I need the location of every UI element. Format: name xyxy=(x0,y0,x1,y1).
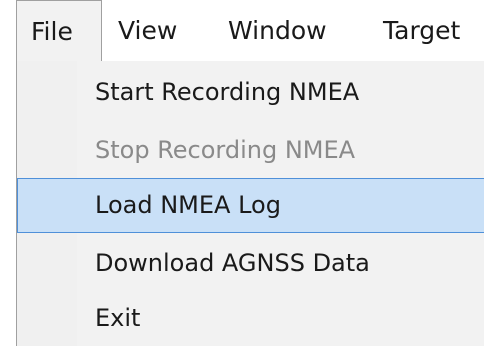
file-dropdown-menu: Start Recording NMEA Stop Recording NMEA… xyxy=(16,61,484,346)
menu-item-stop-recording-nmea: Stop Recording NMEA xyxy=(17,123,484,178)
menu-item-label: Load NMEA Log xyxy=(95,191,281,219)
menu-window[interactable]: Window xyxy=(228,0,327,62)
menu-item-label: Stop Recording NMEA xyxy=(95,136,356,164)
menu-view[interactable]: View xyxy=(118,0,177,62)
menu-target[interactable]: Target xyxy=(383,0,460,62)
menu-item-label: Start Recording NMEA xyxy=(95,78,360,106)
menu-file[interactable]: File xyxy=(16,0,102,62)
menu-item-start-recording-nmea[interactable]: Start Recording NMEA xyxy=(17,65,484,120)
menu-item-label: Exit xyxy=(95,304,141,332)
app-window: File View Window Target Start Recording … xyxy=(0,0,484,346)
menu-item-load-nmea-log[interactable]: Load NMEA Log xyxy=(17,178,484,233)
menu-item-label: Download AGNSS Data xyxy=(95,249,370,277)
menu-item-exit[interactable]: Exit xyxy=(17,291,484,346)
menu-item-download-agnss-data[interactable]: Download AGNSS Data xyxy=(17,236,484,291)
menu-bar: File View Window Target xyxy=(0,0,484,62)
